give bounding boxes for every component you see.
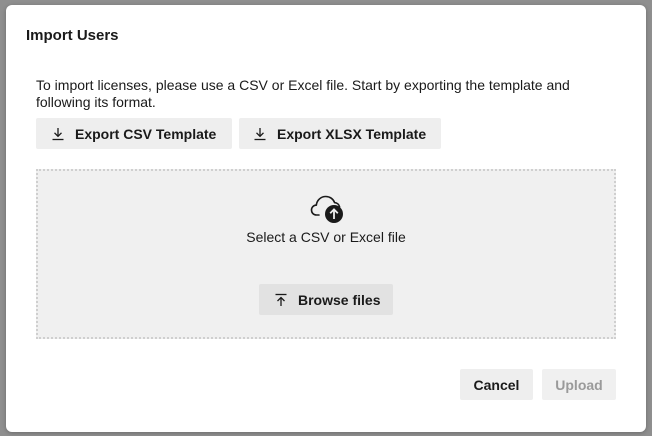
dialog-title: Import Users bbox=[26, 27, 119, 44]
export-csv-template-button[interactable]: Export CSV Template bbox=[36, 118, 232, 149]
download-icon bbox=[253, 127, 267, 141]
export-csv-label: Export CSV Template bbox=[75, 125, 217, 142]
download-icon bbox=[51, 127, 65, 141]
file-dropzone[interactable]: Select a CSV or Excel file Browse files bbox=[36, 169, 616, 339]
cloud-upload-icon bbox=[310, 193, 346, 225]
dropzone-label: Select a CSV or Excel file bbox=[246, 229, 406, 245]
upload-arrow-icon bbox=[274, 293, 288, 307]
browse-files-label: Browse files bbox=[298, 291, 381, 308]
export-xlsx-template-button[interactable]: Export XLSX Template bbox=[239, 118, 441, 149]
import-instructions: To import licenses, please use a CSV or … bbox=[36, 77, 570, 110]
import-users-dialog: Import Users To import licenses, please … bbox=[6, 5, 646, 432]
upload-button[interactable]: Upload bbox=[542, 369, 616, 400]
browse-files-button[interactable]: Browse files bbox=[259, 284, 393, 315]
export-xlsx-label: Export XLSX Template bbox=[277, 125, 427, 142]
cancel-button[interactable]: Cancel bbox=[460, 369, 533, 400]
